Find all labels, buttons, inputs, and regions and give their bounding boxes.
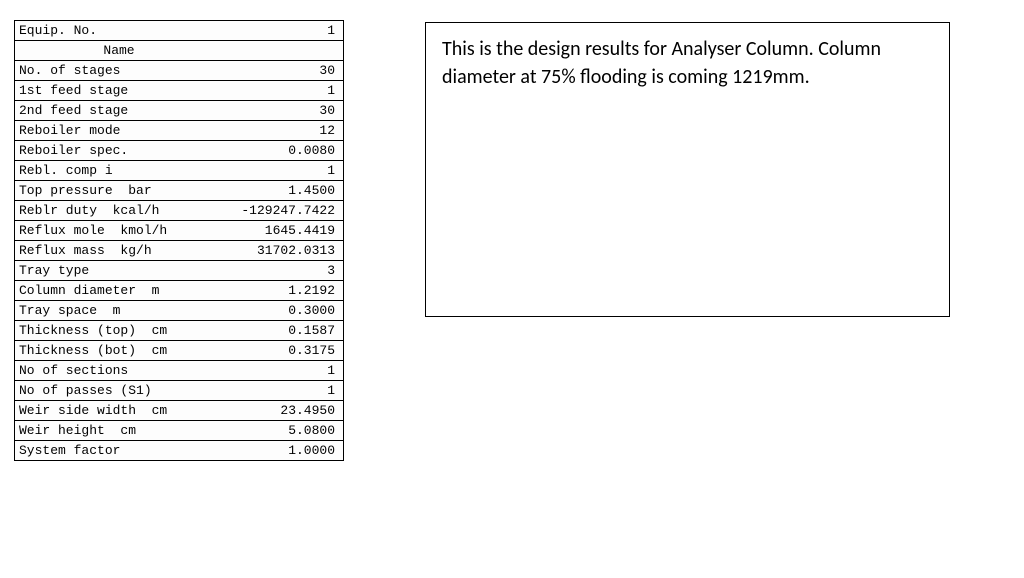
table-row: No of passes (S1)1 [15, 381, 343, 401]
row-value: 0.3000 [223, 301, 343, 320]
table-row: Weir height cm5.0800 [15, 421, 343, 441]
row-value: 1 [223, 161, 343, 180]
equip-no-value: 1 [223, 21, 343, 40]
row-label: System factor [15, 441, 223, 460]
row-value: 30 [223, 61, 343, 80]
row-value: 1 [223, 81, 343, 100]
row-value: 12 [223, 121, 343, 140]
row-value: 30 [223, 101, 343, 120]
row-label: Reflux mole kmol/h [15, 221, 223, 240]
table-row: Thickness (top) cm0.1587 [15, 321, 343, 341]
header-row-name: Name [15, 41, 343, 61]
row-label: Weir side width cm [15, 401, 223, 420]
row-label: Tray type [15, 261, 223, 280]
row-value: -129247.7422 [223, 201, 343, 220]
table-row: Column diameter m1.2192 [15, 281, 343, 301]
row-label: Reboiler spec. [15, 141, 223, 160]
description-text: This is the design results for Analyser … [442, 37, 881, 89]
table-row: Reflux mass kg/h31702.0313 [15, 241, 343, 261]
row-value: 3 [223, 261, 343, 280]
row-label: Top pressure bar [15, 181, 223, 200]
table-row: Reflux mole kmol/h1645.4419 [15, 221, 343, 241]
table-row: System factor1.0000 [15, 441, 343, 460]
table-row: Tray type3 [15, 261, 343, 281]
table-row: Reboiler spec.0.0080 [15, 141, 343, 161]
row-label: 2nd feed stage [15, 101, 223, 120]
table-row: Rebl. comp i1 [15, 161, 343, 181]
row-label: Thickness (top) cm [15, 321, 223, 340]
description-box: This is the design results for Analyser … [425, 22, 950, 317]
row-label: Reboiler mode [15, 121, 223, 140]
row-value: 1.2192 [223, 281, 343, 300]
table-row: Thickness (bot) cm0.3175 [15, 341, 343, 361]
row-label: Column diameter m [15, 281, 223, 300]
equip-no-label: Equip. No. [15, 21, 223, 40]
row-label: No of sections [15, 361, 223, 380]
row-value: 0.1587 [223, 321, 343, 340]
row-label: 1st feed stage [15, 81, 223, 100]
row-label: Thickness (bot) cm [15, 341, 223, 360]
row-value: 1.0000 [223, 441, 343, 460]
table-row: Top pressure bar1.4500 [15, 181, 343, 201]
row-label: Weir height cm [15, 421, 223, 440]
table-row: Reboiler mode12 [15, 121, 343, 141]
table-row: 1st feed stage1 [15, 81, 343, 101]
table-row: Weir side width cm23.4950 [15, 401, 343, 421]
row-label: No. of stages [15, 61, 223, 80]
row-value: 1 [223, 381, 343, 400]
row-label: Tray space m [15, 301, 223, 320]
table-row: No of sections1 [15, 361, 343, 381]
row-value: 1645.4419 [223, 221, 343, 240]
row-label: Rebl. comp i [15, 161, 223, 180]
row-value: 23.4950 [223, 401, 343, 420]
row-label: Reblr duty kcal/h [15, 201, 223, 220]
row-value: 31702.0313 [223, 241, 343, 260]
table-row: Tray space m0.3000 [15, 301, 343, 321]
name-value [223, 41, 343, 60]
row-label: Reflux mass kg/h [15, 241, 223, 260]
row-label: No of passes (S1) [15, 381, 223, 400]
row-value: 0.3175 [223, 341, 343, 360]
table-row: Reblr duty kcal/h-129247.7422 [15, 201, 343, 221]
header-row-equip-no: Equip. No. 1 [15, 21, 343, 41]
row-value: 0.0080 [223, 141, 343, 160]
name-label: Name [15, 41, 223, 60]
row-value: 5.0800 [223, 421, 343, 440]
row-value: 1.4500 [223, 181, 343, 200]
table-row: 2nd feed stage30 [15, 101, 343, 121]
row-value: 1 [223, 361, 343, 380]
design-results-table: Equip. No. 1 Name No. of stages301st fee… [14, 20, 344, 461]
table-row: No. of stages30 [15, 61, 343, 81]
